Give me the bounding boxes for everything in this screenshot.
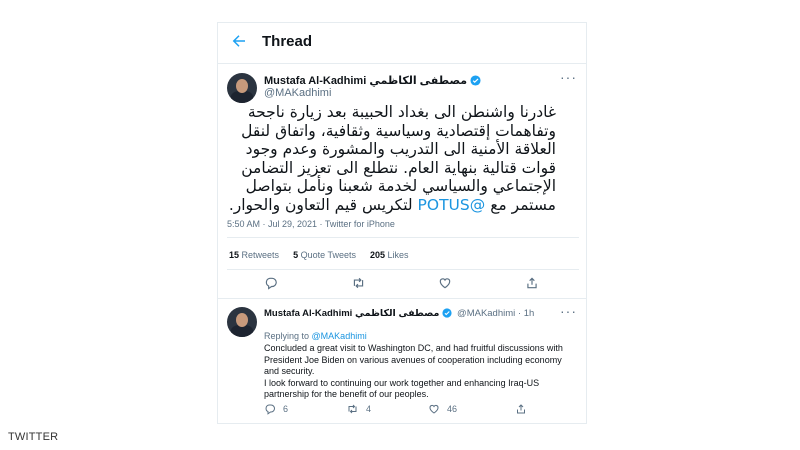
retweet-icon[interactable] — [346, 403, 359, 415]
verified-icon — [470, 75, 481, 86]
likes-count[interactable]: 205 — [370, 250, 385, 260]
reply-count: 6 — [283, 404, 289, 414]
back-arrow-icon[interactable] — [230, 32, 248, 50]
reply-icon[interactable] — [264, 403, 276, 415]
reply-line: President Joe Biden on various avenues o… — [264, 354, 562, 365]
quote-tweets-label[interactable]: Quote Tweets — [301, 250, 356, 260]
like-count: 46 — [447, 404, 458, 414]
like-icon[interactable] — [428, 403, 440, 415]
reply-line: and security. — [264, 366, 315, 377]
retweet-icon[interactable] — [351, 276, 366, 290]
retweet-action[interactable]: 4 — [346, 403, 371, 415]
author-name-row: Mustafa Al-Kadhimi مصطفى الكاظمي — [264, 74, 481, 87]
reply-icon[interactable] — [264, 276, 278, 290]
divider — [218, 298, 586, 299]
likes-label[interactable]: Likes — [388, 250, 409, 260]
main-tweet-actions — [218, 276, 586, 296]
quote-tweets-count[interactable]: 5 — [293, 250, 298, 260]
replying-prefix: Replying to — [264, 331, 310, 341]
tweet-timestamp[interactable]: 5:50 AM · Jul 29, 2021 · Twitter for iPh… — [227, 219, 395, 229]
divider — [227, 269, 579, 270]
tweet-text-part2: لتكريس قيم التعاون والحوار. — [228, 195, 413, 214]
like-icon[interactable] — [438, 276, 452, 290]
share-icon[interactable] — [525, 276, 539, 290]
author-handle[interactable]: @MAKadhimi — [264, 87, 331, 99]
reply-line: Concluded a great visit to Washington DC… — [264, 343, 563, 353]
reply-text: Concluded a great visit to Washington DC… — [264, 343, 578, 401]
reply-handle-time[interactable]: @MAKadhimi · 1h — [457, 308, 534, 319]
share-icon[interactable] — [515, 403, 527, 415]
reply-line: partnership for the benefit of our peopl… — [264, 389, 429, 400]
thread-panel: Thread Mustafa Al-Kadhimi مصطفى الكاظمي … — [217, 22, 587, 424]
reply-avatar[interactable] — [227, 307, 257, 337]
tweet-stats: 15 Retweets 5 Quote Tweets 205 Likes — [229, 250, 409, 260]
reply-action[interactable]: 6 — [264, 403, 288, 415]
retweets-count[interactable]: 15 — [229, 250, 239, 260]
reply-author-row: Mustafa Al-Kadhimi مصطفى الكاظمي @MAKadh… — [264, 308, 534, 319]
like-action[interactable]: 46 — [428, 403, 457, 415]
reply-line: I look forward to continuing our work to… — [264, 377, 540, 388]
thread-header: Thread — [218, 23, 586, 64]
retweets-label[interactable]: Retweets — [242, 250, 280, 260]
verified-icon — [442, 308, 452, 318]
reply-author-name[interactable]: Mustafa Al-Kadhimi مصطفى الكاظمي — [264, 308, 439, 319]
replying-to: Replying to @MAKadhimi — [264, 331, 367, 341]
source-watermark: TWITTER — [8, 431, 59, 443]
tweet-text: غادرنا واشنطن الى بغداد الحبيبة بعد زيار… — [226, 103, 556, 214]
page-title: Thread — [262, 33, 313, 50]
avatar[interactable] — [227, 73, 257, 103]
replying-handle[interactable]: @MAKadhimi — [312, 331, 367, 341]
more-icon[interactable]: ··· — [560, 303, 577, 319]
more-icon[interactable]: ··· — [560, 69, 577, 85]
mention-link[interactable]: @POTUS — [418, 196, 486, 214]
retweet-count: 4 — [366, 404, 372, 414]
divider — [227, 237, 579, 238]
reply-tweet-actions: 6 4 46 — [218, 403, 586, 423]
author-name[interactable]: Mustafa Al-Kadhimi مصطفى الكاظمي — [264, 75, 467, 87]
